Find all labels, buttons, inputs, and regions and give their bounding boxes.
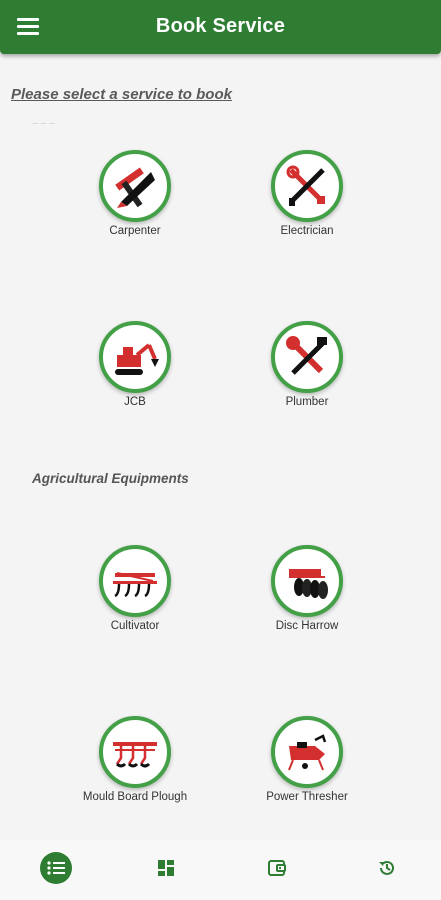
service-power-thresher[interactable]: Power Thresher [227,716,387,803]
nav-history[interactable] [371,852,403,884]
jcb-icon-circle [99,321,171,393]
service-label: Disc Harrow [275,620,339,632]
carpenter-icon-circle [99,150,171,222]
select-service-prompt: Please select a service to book [11,86,232,103]
nav-wallet[interactable] [261,852,293,884]
jcb-icon [115,343,159,375]
service-label: Plumber [285,396,329,408]
plumber-icon-circle [271,321,343,393]
app-bar: Book Service [0,0,441,54]
electrician-icon [286,165,325,206]
disc-harrow-icon-circle [271,545,343,617]
nav-list[interactable] [40,852,72,884]
cultivator-icon [113,572,157,598]
plumber-icon [286,336,327,375]
service-disc-harrow[interactable]: Disc Harrow [227,545,387,632]
plough-icon-circle [99,716,171,788]
history-icon [379,860,394,875]
electrician-icon-circle [271,150,343,222]
service-label: Power Thresher [266,791,348,803]
service-label: Carpenter [109,225,161,237]
section-title-agricultural: Agricultural Equipments [32,471,189,486]
service-label: JCB [124,396,146,408]
service-mould-board-plough[interactable]: Mould Board Plough [55,716,215,803]
service-jcb[interactable]: JCB [55,321,215,408]
disc-harrow-icon [289,569,328,599]
nav-dashboard[interactable] [150,852,182,884]
cultivator-icon-circle [99,545,171,617]
carpenter-icon [115,167,155,208]
service-carpenter[interactable]: Carpenter [55,150,215,237]
dashboard-icon [158,860,174,876]
thresher-icon [288,734,327,771]
wallet-icon [268,860,286,876]
service-label: Cultivator [110,620,160,632]
service-cultivator[interactable]: Cultivator [55,545,215,632]
list-icon [47,861,65,875]
service-label: Electrician [280,225,334,237]
faded-section-label: ‒ ‒ ‒ [32,118,55,129]
bottom-navigation [0,840,441,900]
service-label: Mould Board Plough [82,791,188,803]
plough-icon [113,742,157,768]
thresher-icon-circle [271,716,343,788]
service-plumber[interactable]: Plumber [227,321,387,408]
page-title: Book Service [155,15,286,37]
service-electrician[interactable]: Electrician [227,150,387,237]
